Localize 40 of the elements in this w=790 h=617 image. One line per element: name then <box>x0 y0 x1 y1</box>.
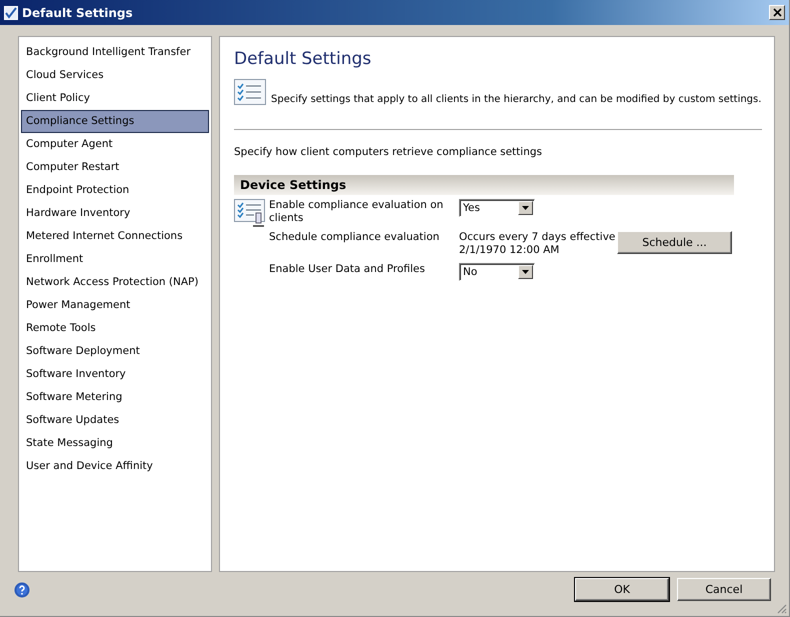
sidebar-item[interactable]: Cloud Services <box>21 64 209 87</box>
setting-label: Enable compliance evaluation on clients <box>269 199 444 225</box>
section-header: Device Settings <box>234 175 734 195</box>
sidebar-item[interactable]: Hardware Inventory <box>21 202 209 225</box>
sidebar-item[interactable]: Software Deployment <box>21 340 209 363</box>
dropdown[interactable]: Yes <box>459 199 535 217</box>
sidebar-item[interactable]: Metered Internet Connections <box>21 225 209 248</box>
ok-button[interactable]: OK <box>575 578 669 601</box>
page-heading: Default Settings <box>234 49 372 69</box>
resize-grip-icon[interactable] <box>775 602 787 614</box>
sidebar-item[interactable]: Software Inventory <box>21 363 209 386</box>
description-text: Specify settings that apply to all clients in the hierarchy, and can be modified by custom settings. <box>271 94 762 105</box>
close-icon[interactable] <box>772 8 782 17</box>
setting-label: Enable User Data and Profiles <box>269 263 426 276</box>
schedule-text: Occurs every 7 days effective 2/1/1970 12:00 AM <box>459 231 616 257</box>
cancel-button[interactable]: Cancel <box>677 578 771 601</box>
help-icon[interactable] <box>14 582 30 598</box>
app-icon <box>4 6 18 20</box>
sidebar-item[interactable]: Computer Agent <box>21 133 209 156</box>
window-title: Default Settings <box>22 6 134 20</box>
sidebar-item[interactable]: Computer Restart <box>21 156 209 179</box>
sidebar-item[interactable]: Compliance Settings <box>21 110 209 133</box>
schedule-button[interactable]: Schedule ... <box>617 231 732 254</box>
sidebar-item[interactable]: Remote Tools <box>21 317 209 340</box>
sidebar-item[interactable]: Client Policy <box>21 87 209 110</box>
sidebar-item[interactable]: Network Access Protection (NAP) <box>21 271 209 294</box>
settings-icon <box>234 199 266 227</box>
checklist-icon <box>234 79 266 105</box>
sidebar-item[interactable]: Power Management <box>21 294 209 317</box>
dropdown[interactable]: No <box>459 263 535 281</box>
sidebar-item[interactable]: Software Metering <box>21 386 209 409</box>
sidebar-item[interactable]: Software Updates <box>21 409 209 432</box>
setting-label: Schedule compliance evaluation <box>269 231 440 244</box>
sidebar-item[interactable]: Enrollment <box>21 248 209 271</box>
sidebar-item[interactable]: State Messaging <box>21 432 209 455</box>
sidebar-item[interactable]: Endpoint Protection <box>21 179 209 202</box>
sidebar-item[interactable]: User and Device Affinity <box>21 455 209 478</box>
close-button[interactable] <box>769 5 785 20</box>
sidebar-item[interactable]: Background Intelligent Transfer <box>21 41 209 64</box>
intro-text: Specify how client computers retrieve compliance settings <box>234 146 543 158</box>
